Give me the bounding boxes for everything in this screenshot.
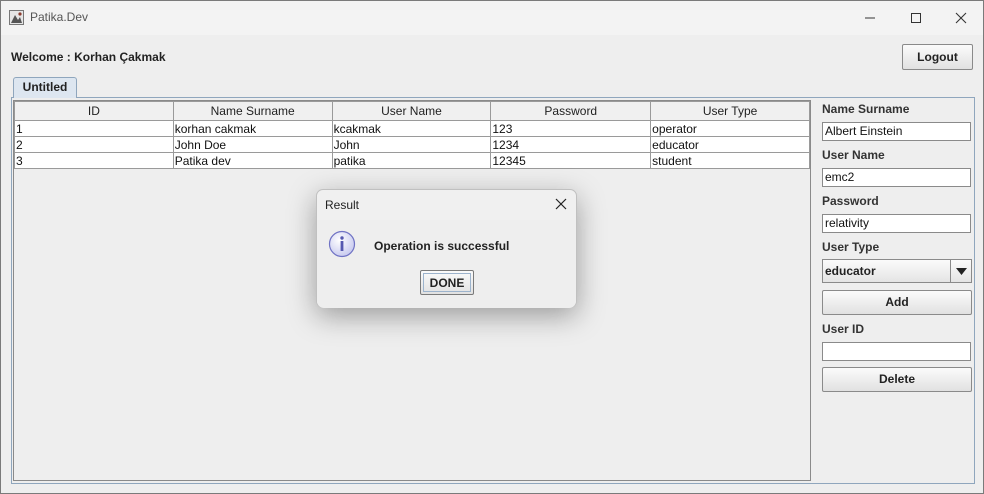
table-row[interactable]: 2 John Doe John 1234 educator [14, 136, 810, 153]
user-id-label: User ID [822, 322, 865, 336]
table-cell[interactable]: 1234 [490, 136, 652, 153]
maximize-button[interactable] [893, 1, 939, 35]
user-id-field[interactable] [822, 342, 971, 361]
user-type-label: User Type [822, 240, 880, 254]
tab-untitled[interactable]: Untitled [13, 77, 77, 98]
table-cell[interactable]: 3 [14, 152, 174, 169]
title-bar: Patika.Dev [1, 1, 983, 35]
close-icon[interactable] [554, 197, 568, 211]
table-cell[interactable]: John Doe [172, 136, 333, 153]
table-cell[interactable]: 1 [14, 120, 174, 137]
close-button[interactable] [938, 1, 984, 35]
table-cell[interactable]: kcakmak [331, 120, 492, 137]
password-label: Password [822, 194, 879, 208]
window-title: Patika.Dev [30, 10, 89, 24]
info-icon [328, 230, 356, 258]
table-cell[interactable]: 2 [14, 136, 174, 153]
table-cell[interactable]: operator [650, 120, 810, 137]
maximize-icon [911, 13, 921, 23]
minimize-icon [865, 17, 875, 19]
user-type-selected-value: educator [825, 264, 876, 278]
dropdown-arrow[interactable] [950, 260, 971, 282]
dialog-message: Operation is successful [374, 239, 510, 253]
app-icon [9, 10, 24, 25]
user-type-select[interactable]: educator [822, 259, 972, 283]
name-surname-label: Name Surname [822, 102, 910, 116]
triangle-down-icon [955, 267, 967, 275]
table-row[interactable]: 3 Patika dev patika 12345 student [14, 152, 810, 169]
table-cell[interactable]: John [331, 136, 492, 153]
table-cell[interactable]: 12345 [490, 152, 652, 169]
column-header-user-name[interactable]: User Name [331, 101, 492, 121]
minimize-button[interactable] [847, 1, 893, 35]
name-surname-field[interactable]: Albert Einstein [822, 122, 971, 141]
done-button-label: DONE [423, 273, 471, 292]
add-user-button[interactable]: Add [822, 290, 972, 315]
table-cell[interactable]: korhan cakmak [172, 120, 333, 137]
user-table: ID Name Surname User Name Password User … [14, 101, 810, 169]
delete-user-button[interactable]: Delete [822, 367, 972, 392]
done-button[interactable]: DONE [420, 270, 474, 295]
column-header-password[interactable]: Password [490, 101, 652, 121]
close-icon [955, 12, 967, 24]
table-row[interactable]: 1 korhan cakmak kcakmak 123 operator [14, 120, 810, 137]
table-cell[interactable]: 123 [490, 120, 652, 137]
table-header-row: ID Name Surname User Name Password User … [14, 101, 810, 121]
table-cell[interactable]: patika [331, 152, 492, 169]
table-cell[interactable]: educator [650, 136, 810, 153]
column-header-name-surname[interactable]: Name Surname [172, 101, 333, 121]
dialog-body: Operation is successful DONE [317, 220, 576, 308]
table-cell[interactable]: Patika dev [172, 152, 333, 169]
main-window: Patika.Dev Welcome : Korhan Çakmak Logou… [0, 0, 984, 494]
welcome-label: Welcome : Korhan Çakmak [11, 50, 166, 64]
user-name-label: User Name [822, 148, 885, 162]
password-field[interactable]: relativity [822, 214, 971, 233]
user-name-field[interactable]: emc2 [822, 168, 971, 187]
dialog-title: Result [325, 198, 360, 212]
column-header-id[interactable]: ID [14, 101, 174, 121]
result-dialog: Result Operation is successful DONE [316, 189, 577, 308]
logout-button[interactable]: Logout [902, 44, 973, 70]
column-header-user-type[interactable]: User Type [650, 101, 810, 121]
table-cell[interactable]: student [650, 152, 810, 169]
